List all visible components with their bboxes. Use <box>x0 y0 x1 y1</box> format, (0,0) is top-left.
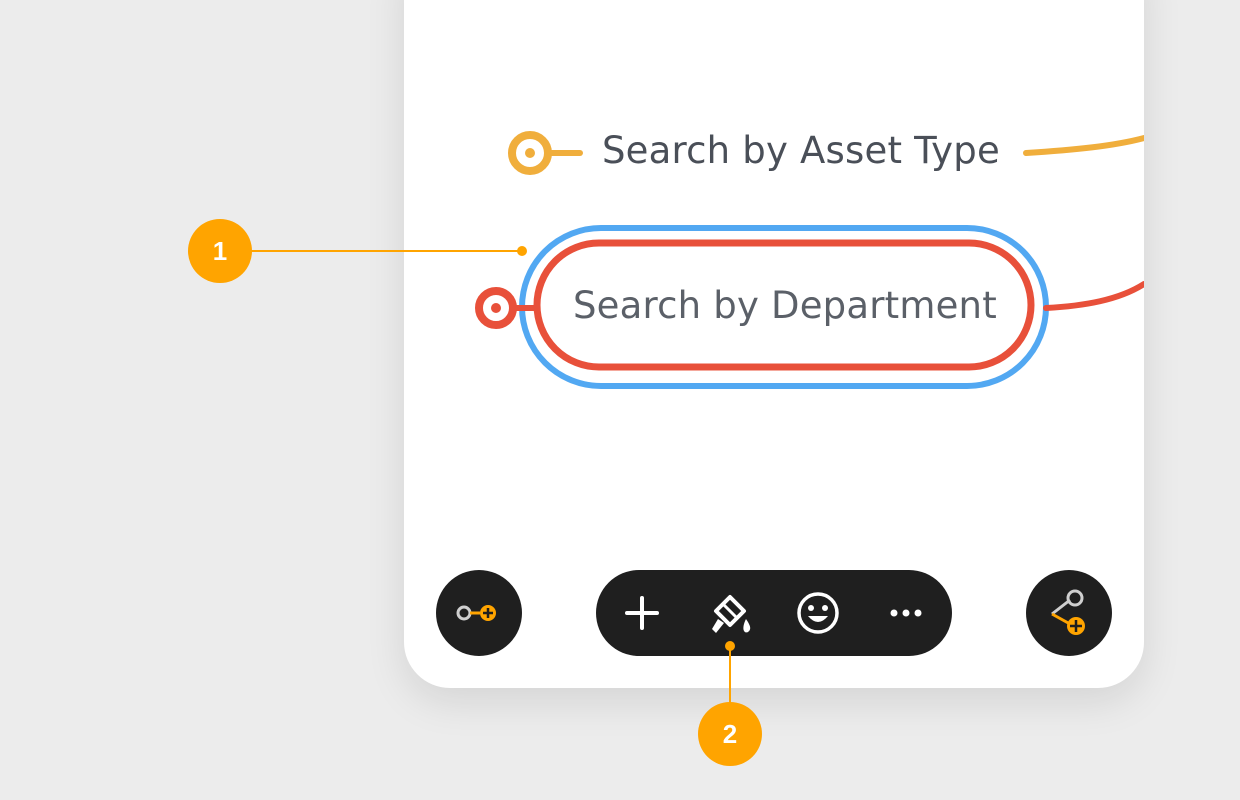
style-button[interactable] <box>700 583 760 643</box>
callout-badge-2: 2 <box>698 702 762 766</box>
topic-department[interactable]: Search by Department <box>573 284 997 327</box>
asset-topic-node-icon <box>508 131 552 175</box>
add-subtopic-button[interactable] <box>436 570 522 656</box>
sticker-button[interactable] <box>788 583 848 643</box>
topic-asset-type[interactable]: Search by Asset Type <box>602 129 1000 172</box>
add-button[interactable] <box>612 583 672 643</box>
department-topic-branch <box>1043 281 1144 311</box>
asset-topic-node-dot <box>525 148 535 158</box>
callout-2-pointer <box>725 641 735 651</box>
mind-map-canvas: Search by Asset Type Search by Departmen… <box>404 0 1144 688</box>
callout-1-leader <box>250 250 522 252</box>
callout-badge-1: 1 <box>188 219 252 283</box>
paint-bucket-icon <box>712 595 751 633</box>
department-topic-node-dot <box>491 303 501 313</box>
add-branch-icon <box>1051 589 1085 635</box>
more-icon <box>890 609 922 617</box>
add-subtopic-icon <box>456 605 496 621</box>
smiley-icon <box>797 592 839 634</box>
callout-1-pointer <box>517 246 527 256</box>
plus-icon <box>625 596 659 630</box>
add-branch-button[interactable] <box>1026 570 1112 656</box>
callout-2-leader <box>729 646 731 704</box>
more-button[interactable] <box>876 583 936 643</box>
asset-topic-branch <box>1023 135 1144 156</box>
department-topic-node-icon <box>475 287 517 329</box>
bottom-toolbar <box>596 570 952 656</box>
